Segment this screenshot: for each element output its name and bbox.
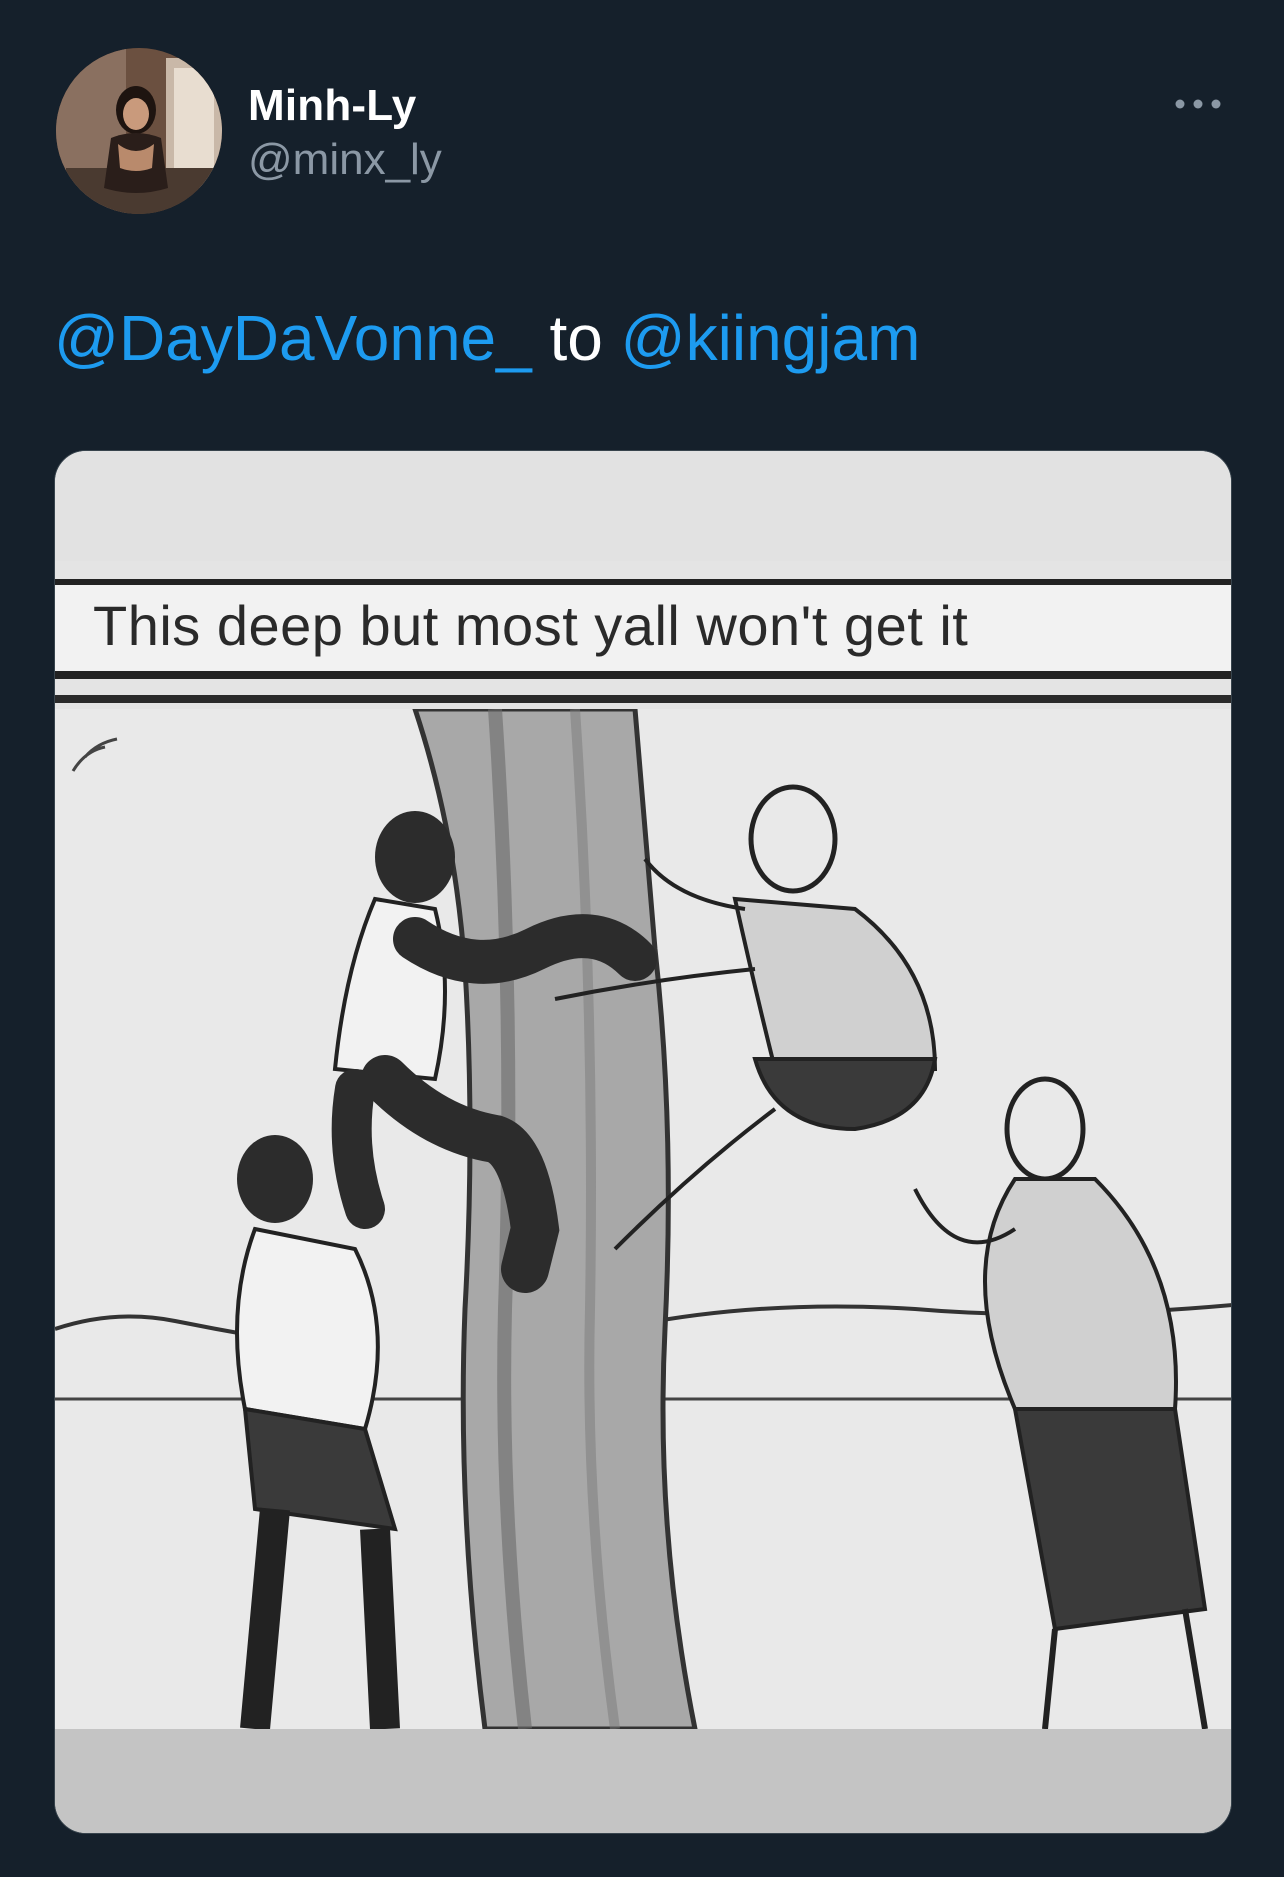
light-climber-head (748, 784, 838, 894)
tweet-joiner-text: to (549, 302, 603, 374)
tree-climbing-illustration (55, 706, 1231, 1732)
lower-left-head (237, 1135, 313, 1223)
user-handle[interactable]: @minx_ly (248, 134, 442, 186)
meme-caption-bar: This deep but most yall won't get it (55, 579, 1231, 679)
mention-link-kiingjam[interactable]: @kiingjam (621, 302, 921, 374)
caption-divider (55, 695, 1231, 703)
display-name[interactable]: Minh-Ly (248, 78, 442, 134)
mention-link-daydavonne[interactable]: @DayDaVonne_ (54, 302, 532, 374)
meme-caption: This deep but most yall won't get it (93, 594, 969, 657)
dark-climber-head (375, 811, 455, 903)
more-horizontal-icon (1175, 99, 1221, 109)
dark-climber-arm (393, 914, 657, 984)
more-options-button[interactable] (1168, 84, 1228, 124)
user-info[interactable]: Minh-Ly @minx_ly (248, 78, 442, 186)
meme-illustration (55, 706, 1231, 1732)
tweet-media-image[interactable]: This deep but most yall won't get it (54, 450, 1232, 1834)
media-top-band (55, 451, 1231, 561)
tweet-card: Minh-Ly @minx_ly @DayDaVonne_ to @kiingj… (0, 0, 1284, 1877)
avatar-image (56, 48, 222, 214)
media-bottom-band (55, 1729, 1231, 1833)
avatar[interactable] (56, 48, 222, 214)
tweet-text: @DayDaVonne_ to @kiingjam (54, 298, 920, 378)
lower-left-torso (235, 1226, 380, 1432)
lower-right-head (1004, 1076, 1086, 1182)
